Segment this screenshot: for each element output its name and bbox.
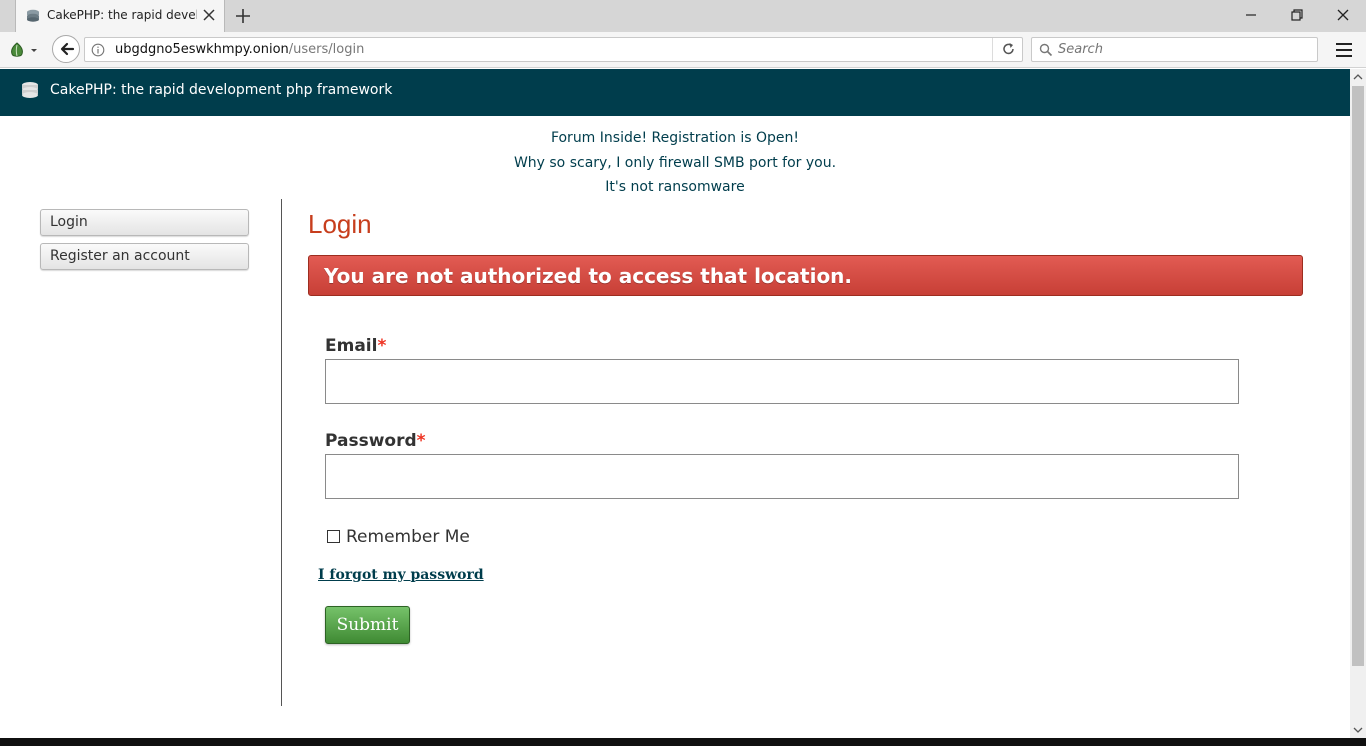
browser-tab[interactable]: CakePHP: the rapid devel...: [15, 0, 225, 32]
page-viewport: CakePHP: the rapid development php frame…: [0, 69, 1350, 738]
reload-icon: [1003, 43, 1014, 55]
required-asterisk: *: [416, 431, 426, 451]
close-window-icon[interactable]: [1335, 7, 1351, 23]
address-bar[interactable]: ubgdgno5eswkhmpy.onion/users/login: [84, 37, 1023, 62]
remember-me-row: Remember Me: [327, 527, 470, 547]
tor-onion-icon[interactable]: [8, 41, 38, 59]
minimize-icon[interactable]: [1243, 7, 1259, 23]
email-field[interactable]: [325, 359, 1239, 404]
browser-search-box[interactable]: [1031, 37, 1318, 62]
remember-me-checkbox[interactable]: [327, 530, 340, 543]
browser-tab-bar: CakePHP: the rapid devel...: [0, 0, 1366, 32]
url-text[interactable]: ubgdgno5eswkhmpy.onion/users/login: [115, 42, 364, 57]
email-label-text: Email: [325, 336, 378, 356]
hamburger-menu-icon[interactable]: [1334, 40, 1354, 60]
tab-title: CakePHP: the rapid devel...: [47, 8, 197, 22]
required-asterisk: *: [377, 336, 387, 356]
forgot-password-link[interactable]: I forgot my password: [318, 567, 484, 583]
url-path: /users/login: [288, 42, 365, 57]
sidebar-item-register[interactable]: Register an account: [40, 243, 249, 270]
back-button[interactable]: [52, 35, 80, 63]
restore-icon[interactable]: [1289, 7, 1305, 23]
scrollbar-thumb[interactable]: [1352, 86, 1364, 666]
os-taskbar: [0, 738, 1366, 746]
sidebar-item-login[interactable]: Login: [40, 209, 249, 236]
back-arrow-icon: [60, 42, 75, 56]
remember-me-label[interactable]: Remember Me: [346, 527, 470, 547]
banner-line: Why so scary, I only firewall SMB port f…: [513, 154, 837, 171]
cakephp-favicon-icon: [27, 9, 39, 22]
password-field[interactable]: [325, 454, 1239, 499]
vertical-scrollbar[interactable]: [1350, 69, 1366, 738]
page-title: Login: [308, 209, 372, 239]
announcement-banner: Forum Inside! Registration is Open! Why …: [0, 126, 1350, 200]
error-flash-message: You are not authorized to access that lo…: [308, 255, 1303, 296]
sidebar: Login Register an account: [40, 209, 250, 277]
cakephp-logo-icon: [22, 82, 38, 98]
close-tab-icon[interactable]: [202, 8, 216, 22]
sidebar-divider: [281, 199, 282, 706]
search-icon: [1039, 43, 1053, 57]
browser-search-input[interactable]: [1058, 41, 1308, 58]
password-label-text: Password: [325, 431, 417, 451]
site-title[interactable]: CakePHP: the rapid development php frame…: [50, 82, 392, 98]
site-header: CakePHP: the rapid development php frame…: [0, 69, 1350, 116]
banner-line: It's not ransomware: [605, 179, 745, 195]
scroll-up-arrow-icon[interactable]: [1353, 72, 1363, 82]
browser-nav-bar: ubgdgno5eswkhmpy.onion/users/login: [0, 32, 1366, 68]
reload-button[interactable]: [992, 38, 1023, 61]
new-tab-icon[interactable]: [234, 7, 252, 25]
password-label: Password*: [325, 431, 426, 451]
banner-line: Forum Inside! Registration is Open!: [550, 130, 800, 146]
scroll-down-arrow-icon[interactable]: [1353, 725, 1363, 735]
url-host: ubgdgno5eswkhmpy.onion: [115, 42, 289, 57]
info-icon[interactable]: [91, 43, 105, 57]
submit-button[interactable]: Submit: [325, 606, 410, 644]
email-label: Email*: [325, 336, 386, 356]
